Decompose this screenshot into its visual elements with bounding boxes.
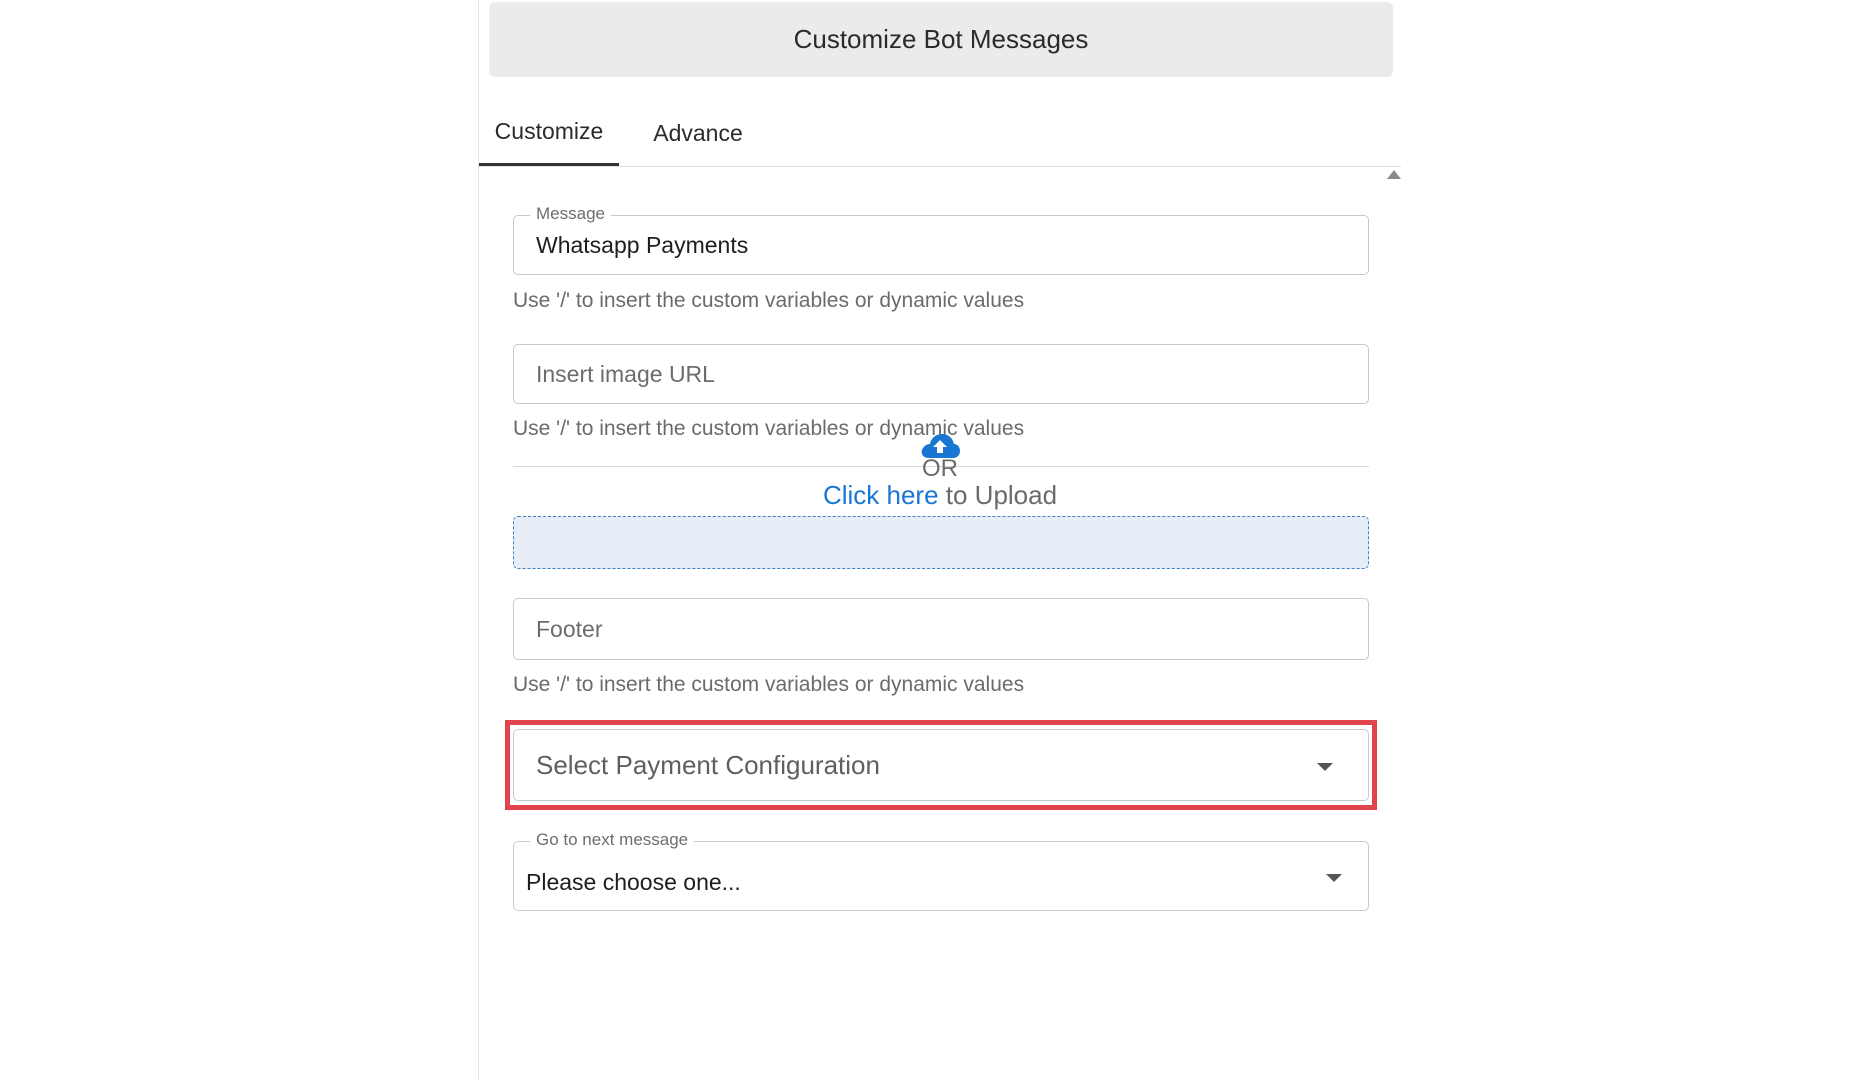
image-url-field[interactable]	[513, 344, 1369, 404]
tab-bar: Customize Advance	[479, 100, 1401, 167]
scroll-up-arrow-icon[interactable]	[1387, 170, 1401, 179]
panel-header: Customize Bot Messages	[489, 2, 1393, 77]
upload-dropzone[interactable]	[513, 516, 1369, 569]
payment-select-placeholder: Select Payment Configuration	[536, 749, 880, 780]
message-helper-text: Use '/' to insert the custom variables o…	[513, 289, 1025, 312]
payment-configuration-select[interactable]: Select Payment Configuration	[513, 729, 1369, 801]
footer-field[interactable]	[513, 598, 1369, 660]
footer-helper-text: Use '/' to insert the custom variables o…	[513, 673, 1025, 696]
message-field[interactable]: Message	[513, 204, 1369, 275]
customize-bot-panel: Customize Bot Messages Customize Advance…	[478, 0, 1401, 1080]
next-message-label: Go to next message	[530, 830, 695, 850]
or-text: OR	[922, 455, 958, 482]
tab-advance[interactable]: Advance	[623, 100, 773, 166]
chevron-down-icon	[1317, 763, 1333, 771]
panel-title: Customize Bot Messages	[793, 24, 1089, 54]
tab-customize[interactable]: Customize	[479, 100, 619, 166]
next-message-value: Please choose one...	[526, 868, 741, 895]
click-here-upload-link[interactable]: Click here	[823, 480, 939, 510]
chevron-down-icon	[1326, 874, 1342, 882]
next-message-select[interactable]: Go to next message Please choose one...	[513, 830, 1369, 911]
footer-input[interactable]	[536, 599, 1336, 659]
image-url-input[interactable]	[536, 345, 1336, 403]
upload-suffix-text: to Upload	[938, 480, 1058, 510]
message-input[interactable]	[536, 216, 1336, 274]
upload-prompt: Click here to Upload	[479, 480, 1401, 511]
